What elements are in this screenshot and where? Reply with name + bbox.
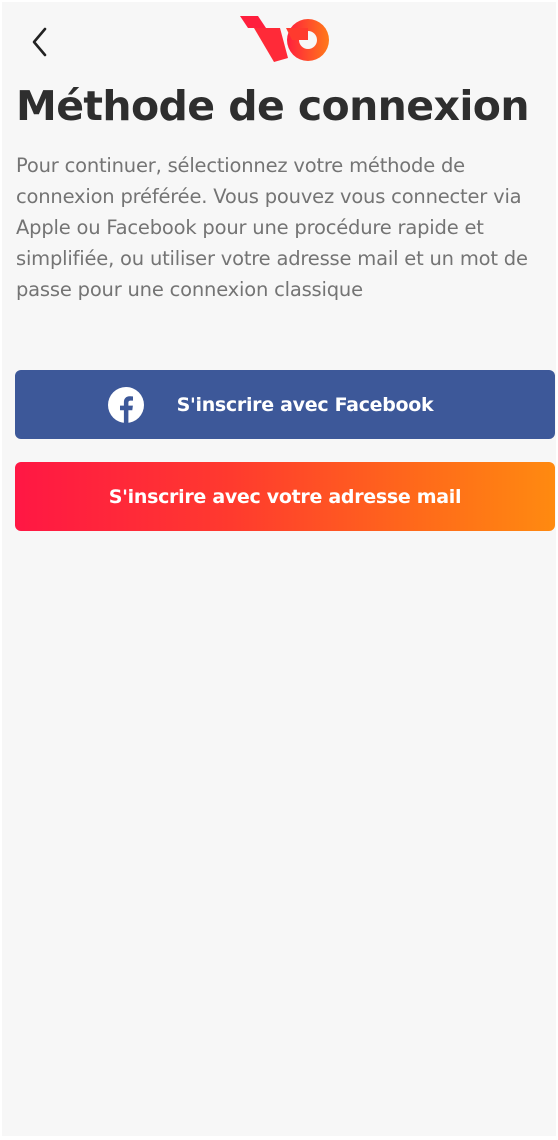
- chevron-left-icon: [32, 27, 47, 57]
- email-signup-label: S'inscrire avec votre adresse mail: [108, 485, 462, 508]
- back-button[interactable]: [20, 22, 60, 62]
- top-bar: [2, 2, 556, 82]
- facebook-signup-label: S'inscrire avec Facebook: [176, 393, 434, 416]
- email-signup-button[interactable]: S'inscrire avec votre adresse mail: [15, 462, 555, 531]
- facebook-icon: [107, 386, 145, 424]
- page-title: Méthode de connexion: [16, 82, 530, 130]
- brand-logo: [240, 16, 329, 62]
- login-method-screen: Méthode de connexion Pour continuer, sél…: [2, 2, 556, 1136]
- facebook-signup-button[interactable]: S'inscrire avec Facebook: [15, 370, 555, 439]
- page-description: Pour continuer, sélectionnez votre métho…: [16, 154, 528, 301]
